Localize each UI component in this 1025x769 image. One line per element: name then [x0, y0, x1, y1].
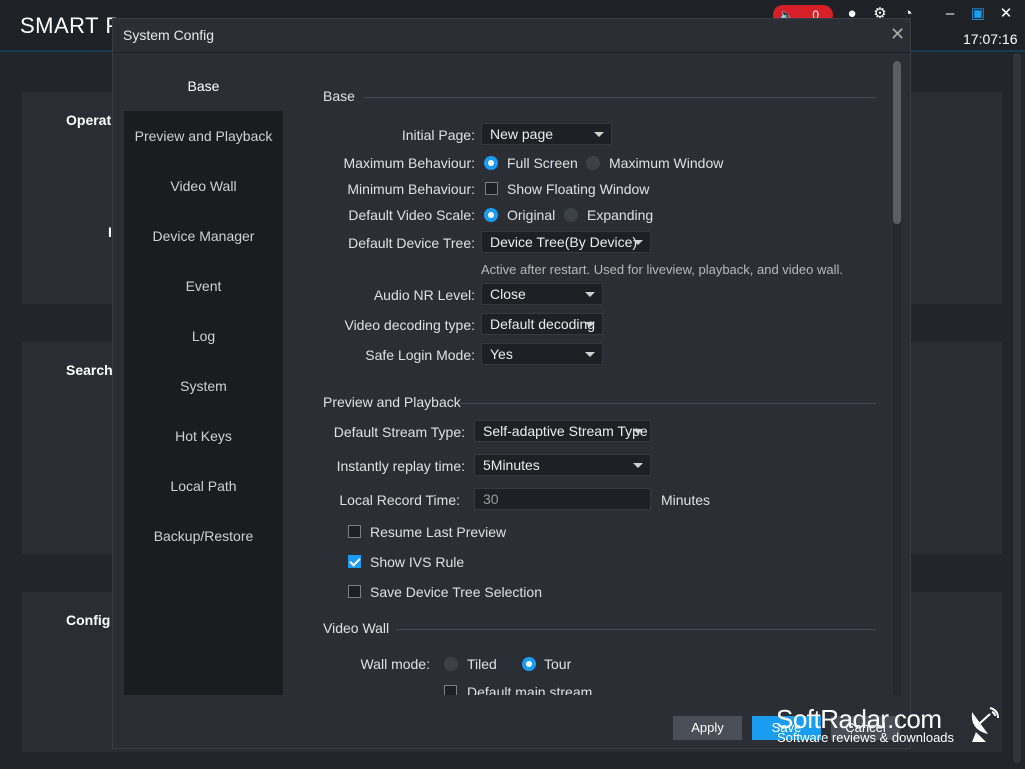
- section-title-video-wall: Video Wall: [323, 620, 390, 636]
- full-screen-radio[interactable]: [484, 156, 498, 170]
- divider: [113, 52, 910, 53]
- device-tree-label: Default Device Tree:: [348, 235, 475, 251]
- audio-nr-label: Audio NR Level:: [373, 287, 475, 303]
- video-decoding-label: Video decoding type:: [344, 317, 475, 333]
- maximize-icon[interactable]: ▣: [968, 4, 988, 24]
- system-config-dialog: System Config ✕ Base Preview and Playbac…: [112, 18, 911, 749]
- bg-scrollbar[interactable]: [1013, 53, 1021, 763]
- tiled-radio[interactable]: [444, 657, 458, 671]
- wall-mode-label: Wall mode:: [360, 656, 430, 672]
- sidebar-item-system[interactable]: System: [124, 361, 283, 411]
- dialog-title: System Config: [123, 27, 215, 43]
- default-main-stream-checkbox[interactable]: [444, 685, 457, 695]
- bg-section-config: Config: [66, 612, 111, 628]
- device-tree-hint: Active after restart. Used for liveview,…: [481, 262, 843, 277]
- audio-nr-select[interactable]: Close: [481, 283, 603, 305]
- divider: [396, 629, 876, 630]
- maximum-window-radio[interactable]: [586, 156, 600, 170]
- tiled-option[interactable]: Tiled: [467, 656, 497, 672]
- stream-type-label: Default Stream Type:: [333, 424, 465, 440]
- floating-window-checkbox[interactable]: [485, 182, 498, 195]
- expanding-radio[interactable]: [564, 208, 578, 222]
- video-decoding-select[interactable]: Default decoding: [481, 313, 603, 335]
- resume-last-option[interactable]: Resume Last Preview: [370, 524, 506, 540]
- default-main-stream-option[interactable]: Default main stream: [467, 684, 592, 695]
- record-time-label: Local Record Time:: [339, 492, 460, 508]
- sidebar-item-preview-playback[interactable]: Preview and Playback: [124, 111, 283, 161]
- bg-section-operation: Operat: [66, 112, 112, 128]
- watermark-tagline: Software reviews & downloads: [777, 730, 955, 745]
- replay-time-label: Instantly replay time:: [336, 458, 465, 474]
- content-scrollbar[interactable]: [893, 61, 901, 695]
- sidebar-item-event[interactable]: Event: [124, 261, 283, 311]
- save-tree-option[interactable]: Save Device Tree Selection: [370, 584, 542, 600]
- app-title: SMART P: [20, 13, 121, 38]
- scroll-thumb[interactable]: [893, 61, 901, 224]
- divider: [461, 403, 876, 404]
- safe-login-label: Safe Login Mode:: [365, 347, 475, 363]
- sidebar-item-local-path[interactable]: Local Path: [124, 461, 283, 511]
- show-ivs-option[interactable]: Show IVS Rule: [370, 554, 464, 570]
- sidebar-item-device-manager[interactable]: Device Manager: [124, 211, 283, 261]
- save-tree-checkbox[interactable]: [348, 585, 361, 598]
- record-time-unit: Minutes: [661, 492, 711, 508]
- bg-section-search: Search: [66, 362, 113, 378]
- sidebar-item-log[interactable]: Log: [124, 311, 283, 361]
- tour-radio[interactable]: [522, 657, 536, 671]
- sidebar-item-hot-keys[interactable]: Hot Keys: [124, 411, 283, 461]
- satellite-dish-icon: [971, 707, 999, 742]
- clock: 17:07:16: [963, 31, 1018, 47]
- maximum-window-option[interactable]: Maximum Window: [609, 155, 723, 171]
- stream-type-select[interactable]: Self-adaptive Stream Type: [474, 420, 651, 442]
- initial-page-select[interactable]: New page: [481, 123, 612, 145]
- floating-window-option[interactable]: Show Floating Window: [507, 181, 649, 197]
- sidebar-item-video-wall[interactable]: Video Wall: [124, 161, 283, 211]
- config-content: Base Initial Page: New page Maximum Beha…: [284, 61, 902, 695]
- config-sidebar: Base Preview and Playback Video Wall Dev…: [124, 61, 283, 695]
- video-scale-label: Default Video Scale:: [348, 207, 475, 223]
- section-title-preview: Preview and Playback: [323, 394, 461, 410]
- record-time-input[interactable]: 30: [474, 488, 651, 510]
- close-icon[interactable]: ✕: [996, 4, 1016, 24]
- original-radio[interactable]: [484, 208, 498, 222]
- apply-button[interactable]: Apply: [673, 716, 742, 740]
- sidebar-item-base[interactable]: Base: [124, 61, 283, 111]
- sidebar-item-backup-restore[interactable]: Backup/Restore: [124, 511, 283, 561]
- section-title-base: Base: [323, 88, 355, 104]
- tour-option[interactable]: Tour: [544, 656, 571, 672]
- safe-login-select[interactable]: Yes: [481, 343, 603, 365]
- divider: [364, 97, 876, 98]
- resume-last-checkbox[interactable]: [348, 525, 361, 538]
- full-screen-option[interactable]: Full Screen: [507, 155, 578, 171]
- replay-time-select[interactable]: 5Minutes: [474, 454, 651, 476]
- initial-page-label: Initial Page:: [401, 127, 475, 143]
- device-tree-select[interactable]: Device Tree(By Device): [481, 231, 651, 253]
- original-option[interactable]: Original: [507, 207, 555, 223]
- expanding-option[interactable]: Expanding: [587, 207, 653, 223]
- minimize-icon[interactable]: –: [940, 4, 960, 24]
- dialog-close-icon[interactable]: ✕: [890, 24, 905, 45]
- max-behaviour-label: Maximum Behaviour:: [343, 155, 476, 171]
- show-ivs-checkbox[interactable]: [348, 555, 361, 568]
- min-behaviour-label: Minimum Behaviour:: [347, 181, 475, 197]
